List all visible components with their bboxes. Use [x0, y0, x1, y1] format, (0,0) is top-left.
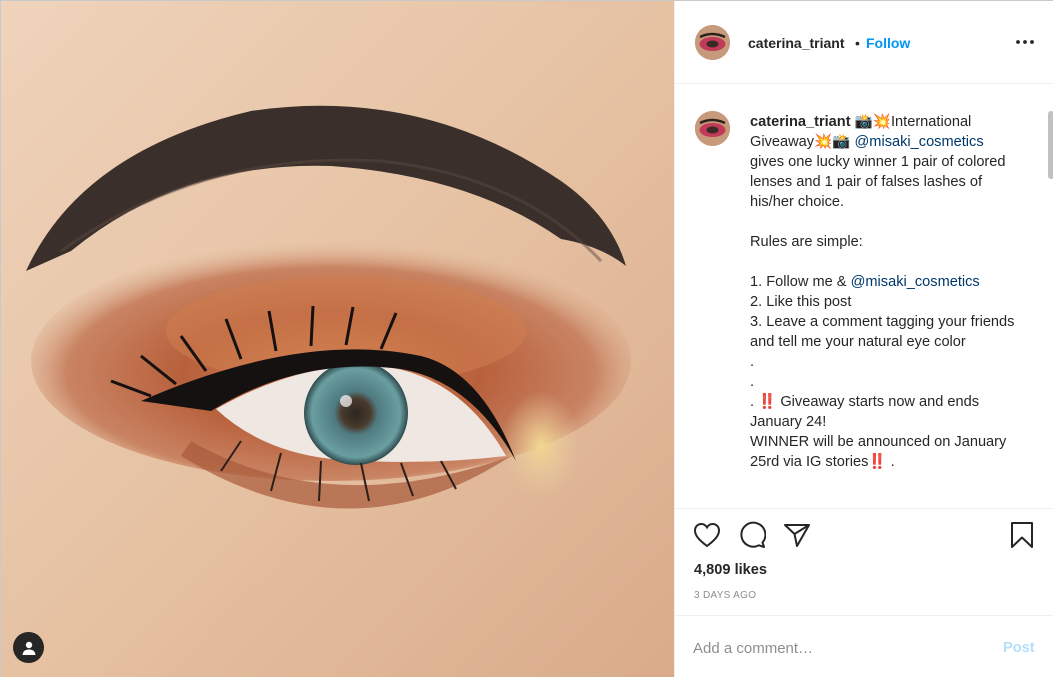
comment-input[interactable] — [693, 636, 993, 660]
comment-bubble-icon — [740, 521, 766, 548]
likes-count[interactable]: 4,809 likes — [694, 562, 767, 578]
instagram-post-window: caterina_triant • Follow caterina_triant… — [0, 0, 1053, 677]
share-button[interactable] — [781, 519, 813, 551]
caption-scroll-area[interactable]: caterina_triant 📸💥International Giveaway… — [675, 85, 1053, 509]
winner-announcement: WINNER will be announced on January 25rd… — [750, 434, 1007, 470]
post-details-panel: caterina_triant • Follow caterina_triant… — [674, 1, 1053, 677]
like-button[interactable] — [691, 519, 723, 551]
rule-2: 2. Like this post — [750, 294, 852, 310]
comment-bar: Post — [675, 615, 1053, 677]
post-header: caterina_triant • Follow — [675, 1, 1053, 84]
paper-plane-icon — [784, 524, 810, 547]
caption-scrollbar[interactable] — [1048, 111, 1053, 179]
header-username[interactable]: caterina_triant — [748, 35, 844, 51]
avatar-image — [695, 111, 730, 146]
avatar-image — [695, 25, 730, 60]
tagged-users-button[interactable] — [13, 632, 44, 663]
caption-dot: . — [750, 374, 755, 390]
save-button[interactable] — [1006, 519, 1038, 551]
follow-button[interactable]: Follow — [866, 35, 910, 51]
post-photo[interactable] — [1, 1, 674, 677]
ellipsis-icon — [1016, 40, 1034, 44]
user-icon — [22, 641, 35, 655]
caption-username[interactable]: caterina_triant — [750, 114, 851, 130]
header-separator: • — [855, 35, 860, 51]
heart-icon — [693, 522, 721, 548]
mention-link[interactable]: @misaki_cosmetics — [851, 274, 980, 290]
rule-3: 3. Leave a comment tagging your friends … — [750, 314, 1015, 350]
post-comment-button[interactable]: Post — [1003, 640, 1035, 656]
post-caption: caterina_triant 📸💥International Giveaway… — [750, 112, 1018, 472]
bookmark-icon — [1011, 522, 1033, 548]
more-options-button[interactable] — [1013, 33, 1037, 51]
caption-text: gives one lucky winner 1 pair of colored… — [750, 154, 1006, 210]
comment-button[interactable] — [736, 519, 768, 551]
caption-dot: . — [750, 354, 755, 370]
giveaway-dates: . ‼️ Giveaway starts now and ends Januar… — [750, 394, 980, 430]
rules-intro: Rules are simple: — [750, 234, 863, 250]
post-actions — [675, 519, 1053, 559]
rule-1: 1. Follow me & @misaki_cosmetics — [750, 272, 1018, 292]
caption-intro: caterina_triant 📸💥International Giveaway… — [750, 112, 1018, 212]
mention-link[interactable]: @misaki_cosmetics — [854, 134, 983, 150]
caption-avatar[interactable] — [695, 111, 730, 146]
rule-1-text: 1. Follow me & — [750, 274, 851, 290]
eye-makeup-image — [1, 1, 674, 677]
post-timestamp[interactable]: 3 DAYS AGO — [694, 590, 756, 601]
avatar[interactable] — [695, 25, 730, 60]
